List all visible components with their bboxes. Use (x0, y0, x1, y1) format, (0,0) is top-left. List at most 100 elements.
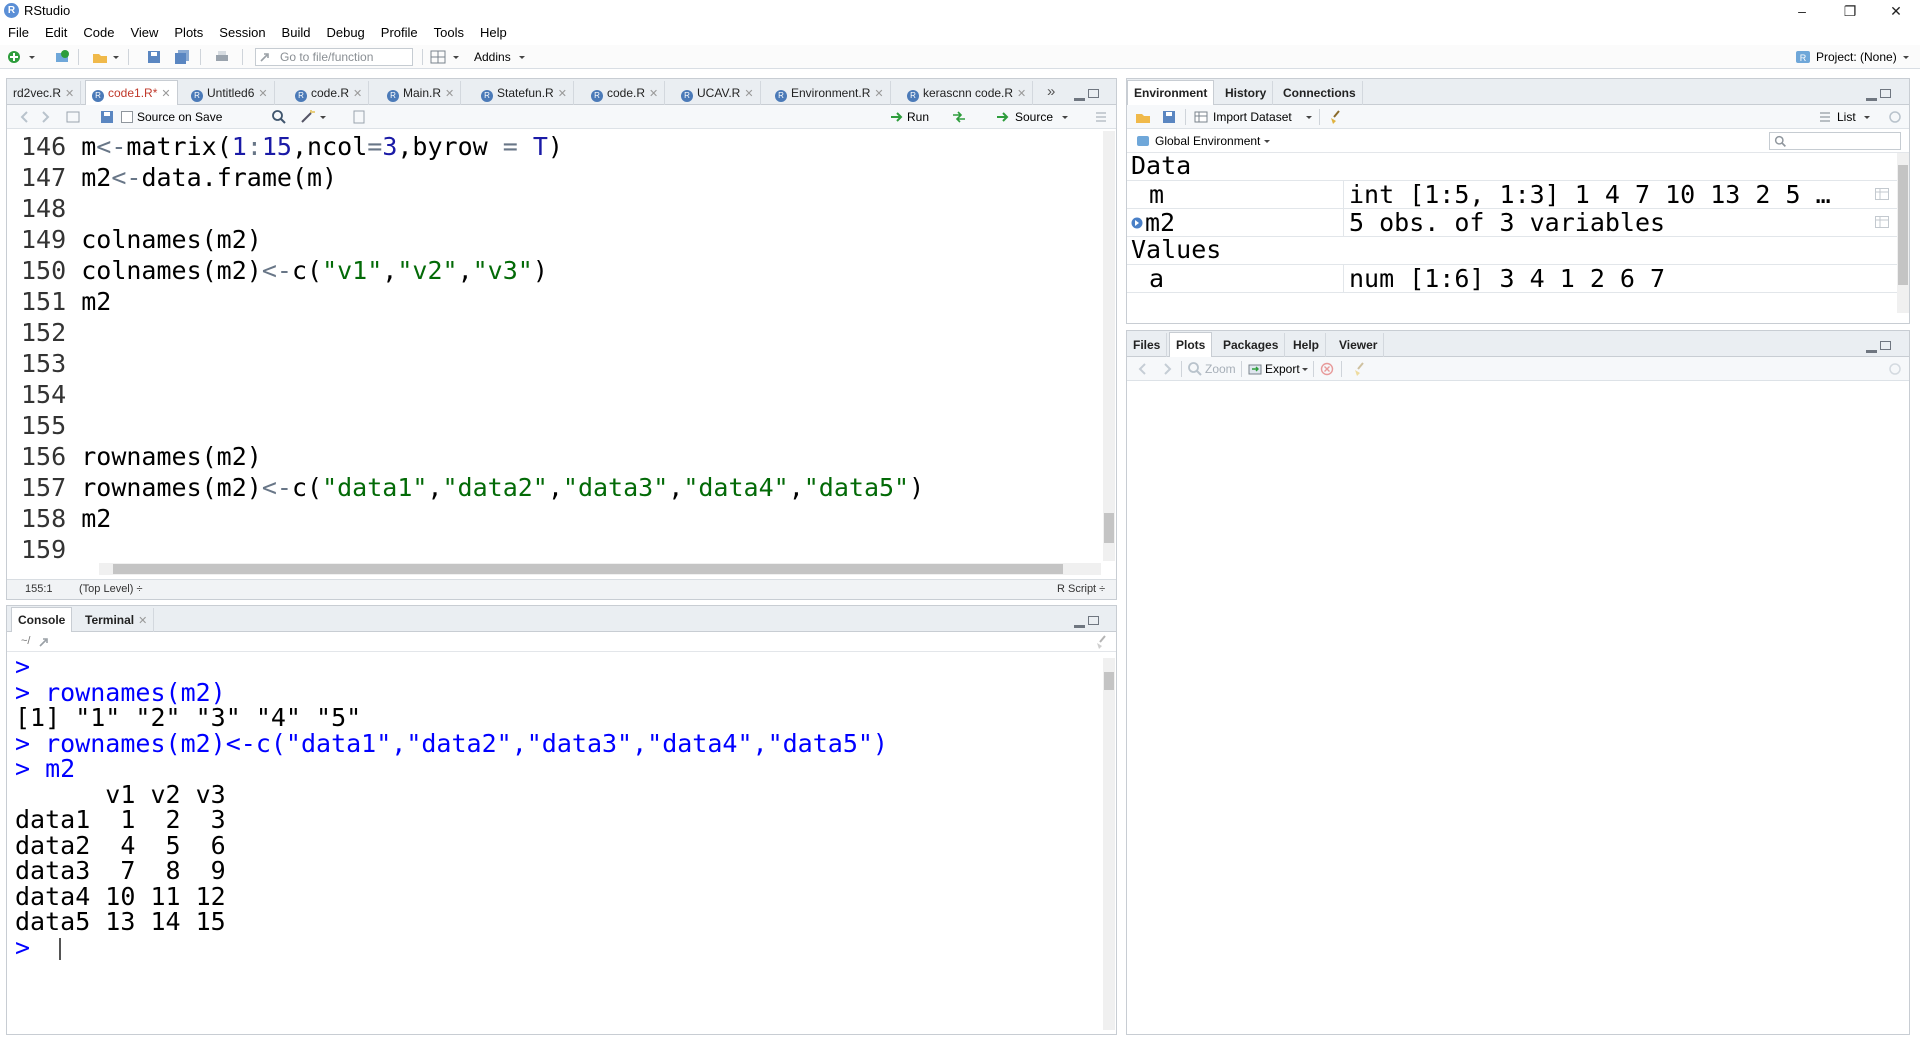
view-table-icon[interactable] (1875, 188, 1889, 200)
minimize-button[interactable]: – (1780, 0, 1824, 22)
menu-debug[interactable]: Debug (318, 22, 372, 40)
zoom-button[interactable]: Zoom (1205, 362, 1236, 376)
menu-tools[interactable]: Tools (426, 22, 472, 40)
code-tools-dropdown-icon[interactable] (319, 109, 327, 125)
pane-layout-dropdown-icon[interactable] (452, 49, 460, 65)
new-file-icon[interactable] (6, 49, 22, 65)
next-plot-icon[interactable] (1159, 361, 1175, 377)
remove-plot-icon[interactable] (1319, 361, 1335, 377)
search-icon[interactable] (271, 109, 287, 125)
import-dataset-dropdown-icon[interactable] (1305, 109, 1313, 125)
code-line[interactable]: 151 m2 (21, 286, 924, 317)
code-line[interactable]: 150 colnames(m2)<-c("v1","v2","v3") (21, 255, 924, 286)
menu-help[interactable]: Help (472, 22, 515, 40)
close-icon[interactable]: ✕ (874, 88, 883, 100)
maximize-pane-icon[interactable] (1880, 89, 1891, 98)
menu-profile[interactable]: Profile (373, 22, 426, 40)
project-menu[interactable]: Project: (None) (1816, 50, 1897, 64)
open-file-dropdown-icon[interactable] (112, 49, 120, 65)
code-line[interactable]: 152 (21, 317, 924, 348)
env-vertical-scrollbar[interactable] (1897, 153, 1909, 313)
tab-code-r-2[interactable]: Rcode.R ✕ (585, 81, 666, 105)
minimize-pane-icon[interactable] (1074, 625, 1085, 628)
document-outline-icon[interactable] (1093, 109, 1109, 125)
scrollbar-thumb[interactable] (113, 564, 1063, 574)
code-line[interactable]: 154 (21, 379, 924, 410)
menu-file[interactable]: File (0, 22, 37, 40)
tab-untitled6[interactable]: R Untitled6 ✕ (185, 81, 275, 105)
menu-session[interactable]: Session (211, 22, 273, 40)
scope-dropdown-icon[interactable] (1263, 133, 1271, 149)
menu-edit[interactable]: Edit (37, 22, 75, 40)
source-on-save-checkbox[interactable] (121, 111, 133, 123)
source-dropdown-icon[interactable] (1061, 109, 1069, 125)
console-output[interactable]: > > rownames(m2) [1] "1" "2" "3" "4" "5" > … (15, 654, 888, 960)
code-line[interactable]: 155 (21, 410, 924, 441)
save-workspace-icon[interactable] (1161, 109, 1177, 125)
save-icon[interactable] (99, 109, 115, 125)
console-vertical-scrollbar[interactable] (1103, 658, 1115, 1030)
tab-ucav[interactable]: R UCAV.R ✕ (675, 81, 761, 105)
tab-files[interactable]: Files (1127, 333, 1168, 357)
compile-report-icon[interactable] (351, 109, 367, 125)
tab-code-r[interactable]: Rcode.R ✕ (289, 81, 370, 105)
close-icon[interactable]: ✕ (649, 88, 658, 100)
scrollbar-thumb[interactable] (1104, 672, 1114, 690)
tab-statefun[interactable]: R Statefun.R ✕ (475, 81, 574, 105)
scrollbar-thumb[interactable] (1898, 165, 1908, 285)
minimize-pane-icon[interactable] (1866, 350, 1877, 353)
scope-selector[interactable]: (Top Level) ÷ (79, 583, 143, 595)
pane-min-max[interactable] (1863, 87, 1893, 101)
open-file-icon[interactable] (92, 49, 108, 65)
code-tools-wand-icon[interactable] (299, 109, 315, 125)
new-project-icon[interactable] (54, 49, 70, 65)
menu-view[interactable]: View (122, 22, 166, 40)
close-icon[interactable]: ✕ (258, 88, 267, 100)
rerun-icon[interactable] (951, 109, 967, 125)
menu-plots[interactable]: Plots (166, 22, 211, 40)
tab-help[interactable]: Help (1287, 333, 1327, 357)
view-table-icon[interactable] (1875, 216, 1889, 228)
show-in-window-icon[interactable] (65, 109, 81, 125)
print-icon[interactable] (214, 49, 230, 65)
maximize-pane-icon[interactable] (1088, 89, 1099, 98)
close-icon[interactable]: ✕ (161, 88, 170, 100)
tab-history[interactable]: History (1219, 81, 1274, 105)
view-mode-selector[interactable]: List (1837, 110, 1856, 124)
clear-console-broom-icon[interactable] (1093, 634, 1109, 650)
back-icon[interactable] (17, 109, 33, 125)
minimize-pane-icon[interactable] (1866, 98, 1877, 101)
code-editor[interactable]: 146 m<-matrix(1:15,ncol=3,byrow = T) 147 … (21, 131, 924, 565)
tab-plots[interactable]: Plots (1169, 332, 1213, 358)
previous-plot-icon[interactable] (1135, 361, 1151, 377)
editor-horizontal-scrollbar[interactable] (99, 563, 1101, 575)
go-to-file-input[interactable]: Go to file/function (255, 48, 413, 66)
code-line[interactable]: 153 (21, 348, 924, 379)
maximize-pane-icon[interactable] (1088, 616, 1099, 625)
pane-min-max[interactable] (1863, 339, 1893, 353)
console-working-dir[interactable]: ~/ (21, 635, 30, 647)
tab-environment[interactable]: Environment (1127, 80, 1215, 106)
clear-workspace-broom-icon[interactable] (1327, 109, 1343, 125)
maximize-pane-icon[interactable] (1880, 341, 1891, 350)
code-line[interactable]: 156 rownames(m2) (21, 441, 924, 472)
addins-menu[interactable]: Addins (474, 50, 511, 64)
tab-console[interactable]: Console (11, 607, 73, 633)
restore-button[interactable]: ❐ (1828, 0, 1872, 22)
tab-viewer[interactable]: Viewer (1333, 333, 1385, 357)
code-line[interactable]: 157 rownames(m2)<-c("data1","data2","dat… (21, 472, 924, 503)
view-mode-dropdown-icon[interactable] (1863, 109, 1871, 125)
save-icon[interactable] (146, 49, 162, 65)
close-icon[interactable]: ✕ (1017, 88, 1026, 100)
source-button[interactable]: Source (1015, 110, 1053, 124)
close-icon[interactable]: ✕ (744, 88, 753, 100)
close-icon[interactable]: ✕ (138, 615, 147, 627)
menu-build[interactable]: Build (274, 22, 319, 40)
environment-scope-selector[interactable]: Global Environment (1155, 134, 1260, 148)
export-dropdown-icon[interactable] (1301, 361, 1309, 377)
code-line[interactable]: 146 m<-matrix(1:15,ncol=3,byrow = T) (21, 131, 924, 162)
code-line[interactable]: 148 (21, 193, 924, 224)
pane-layout-icon[interactable] (430, 49, 446, 65)
load-workspace-icon[interactable] (1135, 109, 1151, 125)
run-button[interactable]: Run (907, 110, 929, 124)
